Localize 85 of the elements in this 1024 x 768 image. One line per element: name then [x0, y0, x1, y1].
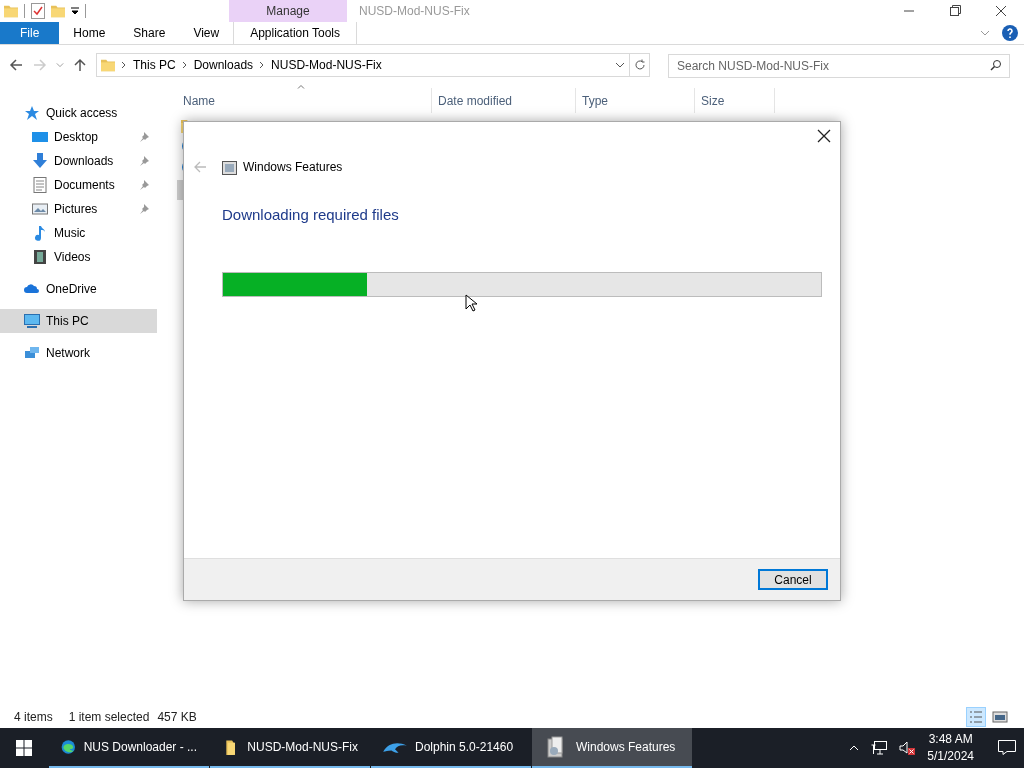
search-icon[interactable] [990, 58, 1002, 71]
ribbon-tab[interactable]: Home [59, 22, 120, 44]
chevron-right-icon [181, 60, 188, 69]
folder-icon [4, 3, 18, 19]
dialog-title: Windows Features [243, 159, 343, 176]
breadcrumb[interactable]: NUSD-Mod-NUS-Fix [271, 55, 382, 74]
star-icon [24, 105, 40, 121]
monitor-icon [24, 313, 40, 329]
navigation-item[interactable]: Videos [0, 245, 157, 269]
navigation-item[interactable]: Documents [0, 173, 157, 197]
navigation-item[interactable]: Quick access [0, 101, 157, 125]
music-note-icon [32, 225, 48, 241]
navigation-label: Quick access [46, 105, 119, 122]
dolphin-icon [383, 740, 407, 754]
muted-speaker-icon[interactable] [899, 741, 916, 755]
window-title: NUSD-Mod-NUS-Fix [359, 3, 470, 20]
download-arrow-icon [32, 153, 48, 169]
back-arrow-icon[interactable] [8, 56, 24, 73]
column-header[interactable]: Name [183, 91, 215, 110]
checklist-icon[interactable] [31, 3, 45, 19]
navigation-item[interactable]: Pictures [0, 197, 157, 221]
ribbon-tab[interactable]: View [179, 22, 234, 44]
dropdown-arrow-icon[interactable] [71, 7, 79, 15]
address-bar[interactable]: This PC Downloads NUSD-Mod-NUS-Fix [96, 52, 630, 77]
navigation-label: Videos [54, 249, 92, 266]
pin-icon [139, 204, 149, 214]
mouse-cursor-icon [465, 294, 477, 312]
help-icon[interactable] [1002, 25, 1018, 41]
refresh-button[interactable] [630, 52, 650, 77]
ribbon-tab[interactable]: Share [119, 22, 180, 44]
navigation-label: Network [46, 345, 91, 362]
navigation-item[interactable]: Desktop [0, 125, 157, 149]
selection-status: 1 item selected [68, 708, 150, 726]
navigation-label: Desktop [54, 129, 100, 146]
taskbar-button[interactable]: NUS Downloader - ... [49, 728, 209, 768]
clock-date[interactable]: 5/1/2024 [927, 748, 974, 765]
ribbon-tab[interactable]: Application Tools [233, 22, 358, 44]
navigation-label: Music [54, 225, 87, 242]
pin-icon [139, 180, 149, 190]
selection-size: 457 KB [157, 708, 197, 726]
taskbar-button[interactable]: Windows Features [532, 728, 692, 768]
pin-icon [139, 156, 149, 166]
item-count: 4 items [14, 708, 53, 726]
navigation-label: Downloads [54, 153, 115, 170]
navigation-item[interactable]: Network [0, 341, 157, 365]
chevron-right-icon [121, 60, 127, 69]
pin-icon [139, 132, 149, 142]
document-icon [32, 177, 48, 193]
chevron-down-icon[interactable] [615, 61, 625, 68]
clock-time[interactable]: 3:48 AM [928, 731, 973, 748]
breadcrumb[interactable]: This PC [133, 55, 176, 74]
details-view-icon[interactable] [966, 706, 986, 727]
folder-icon [51, 3, 65, 19]
search-field[interactable]: Search NUSD-Mod-NUS-Fix [668, 53, 1010, 78]
column-header[interactable]: Date modified [438, 91, 513, 110]
desktop-icon [32, 129, 48, 145]
window-stack-icon [222, 159, 238, 175]
chevron-up-icon[interactable] [849, 745, 860, 751]
taskbar-button[interactable]: Dolphin 5.0-21460 [371, 728, 531, 768]
navigation-label: Documents [54, 177, 116, 194]
notification-icon[interactable] [998, 740, 1016, 756]
column-header[interactable]: Size [701, 91, 725, 110]
network-icon [24, 345, 40, 361]
navigation-item[interactable]: Music [0, 221, 157, 245]
navigation-label: OneDrive [46, 281, 98, 298]
navigation-item[interactable]: OneDrive [0, 277, 157, 301]
up-arrow-icon[interactable] [72, 56, 88, 73]
chevron-right-icon [259, 60, 266, 69]
ribbon-tab[interactable]: File [0, 22, 60, 44]
navigation-item[interactable]: This PC [0, 309, 157, 333]
navigation-item[interactable]: Downloads [0, 149, 157, 173]
windows-logo-icon [16, 740, 32, 756]
refresh-icon [633, 58, 646, 71]
navigation-label: This PC [46, 313, 90, 330]
network-icon[interactable] [871, 741, 888, 755]
close-icon[interactable] [816, 128, 832, 144]
picture-frame-icon [32, 201, 48, 217]
context-tab-group: Manage [229, 0, 347, 22]
breadcrumb[interactable]: Downloads [193, 55, 254, 74]
cancel-button[interactable]: Cancel [758, 569, 828, 590]
dialog-heading: Downloading required files [221, 205, 400, 225]
film-icon [32, 249, 48, 265]
navigation-label: Pictures [54, 201, 99, 218]
column-header[interactable]: Type [582, 91, 608, 110]
taskbar-button[interactable]: NUSD-Mod-NUS-Fix [210, 728, 370, 768]
